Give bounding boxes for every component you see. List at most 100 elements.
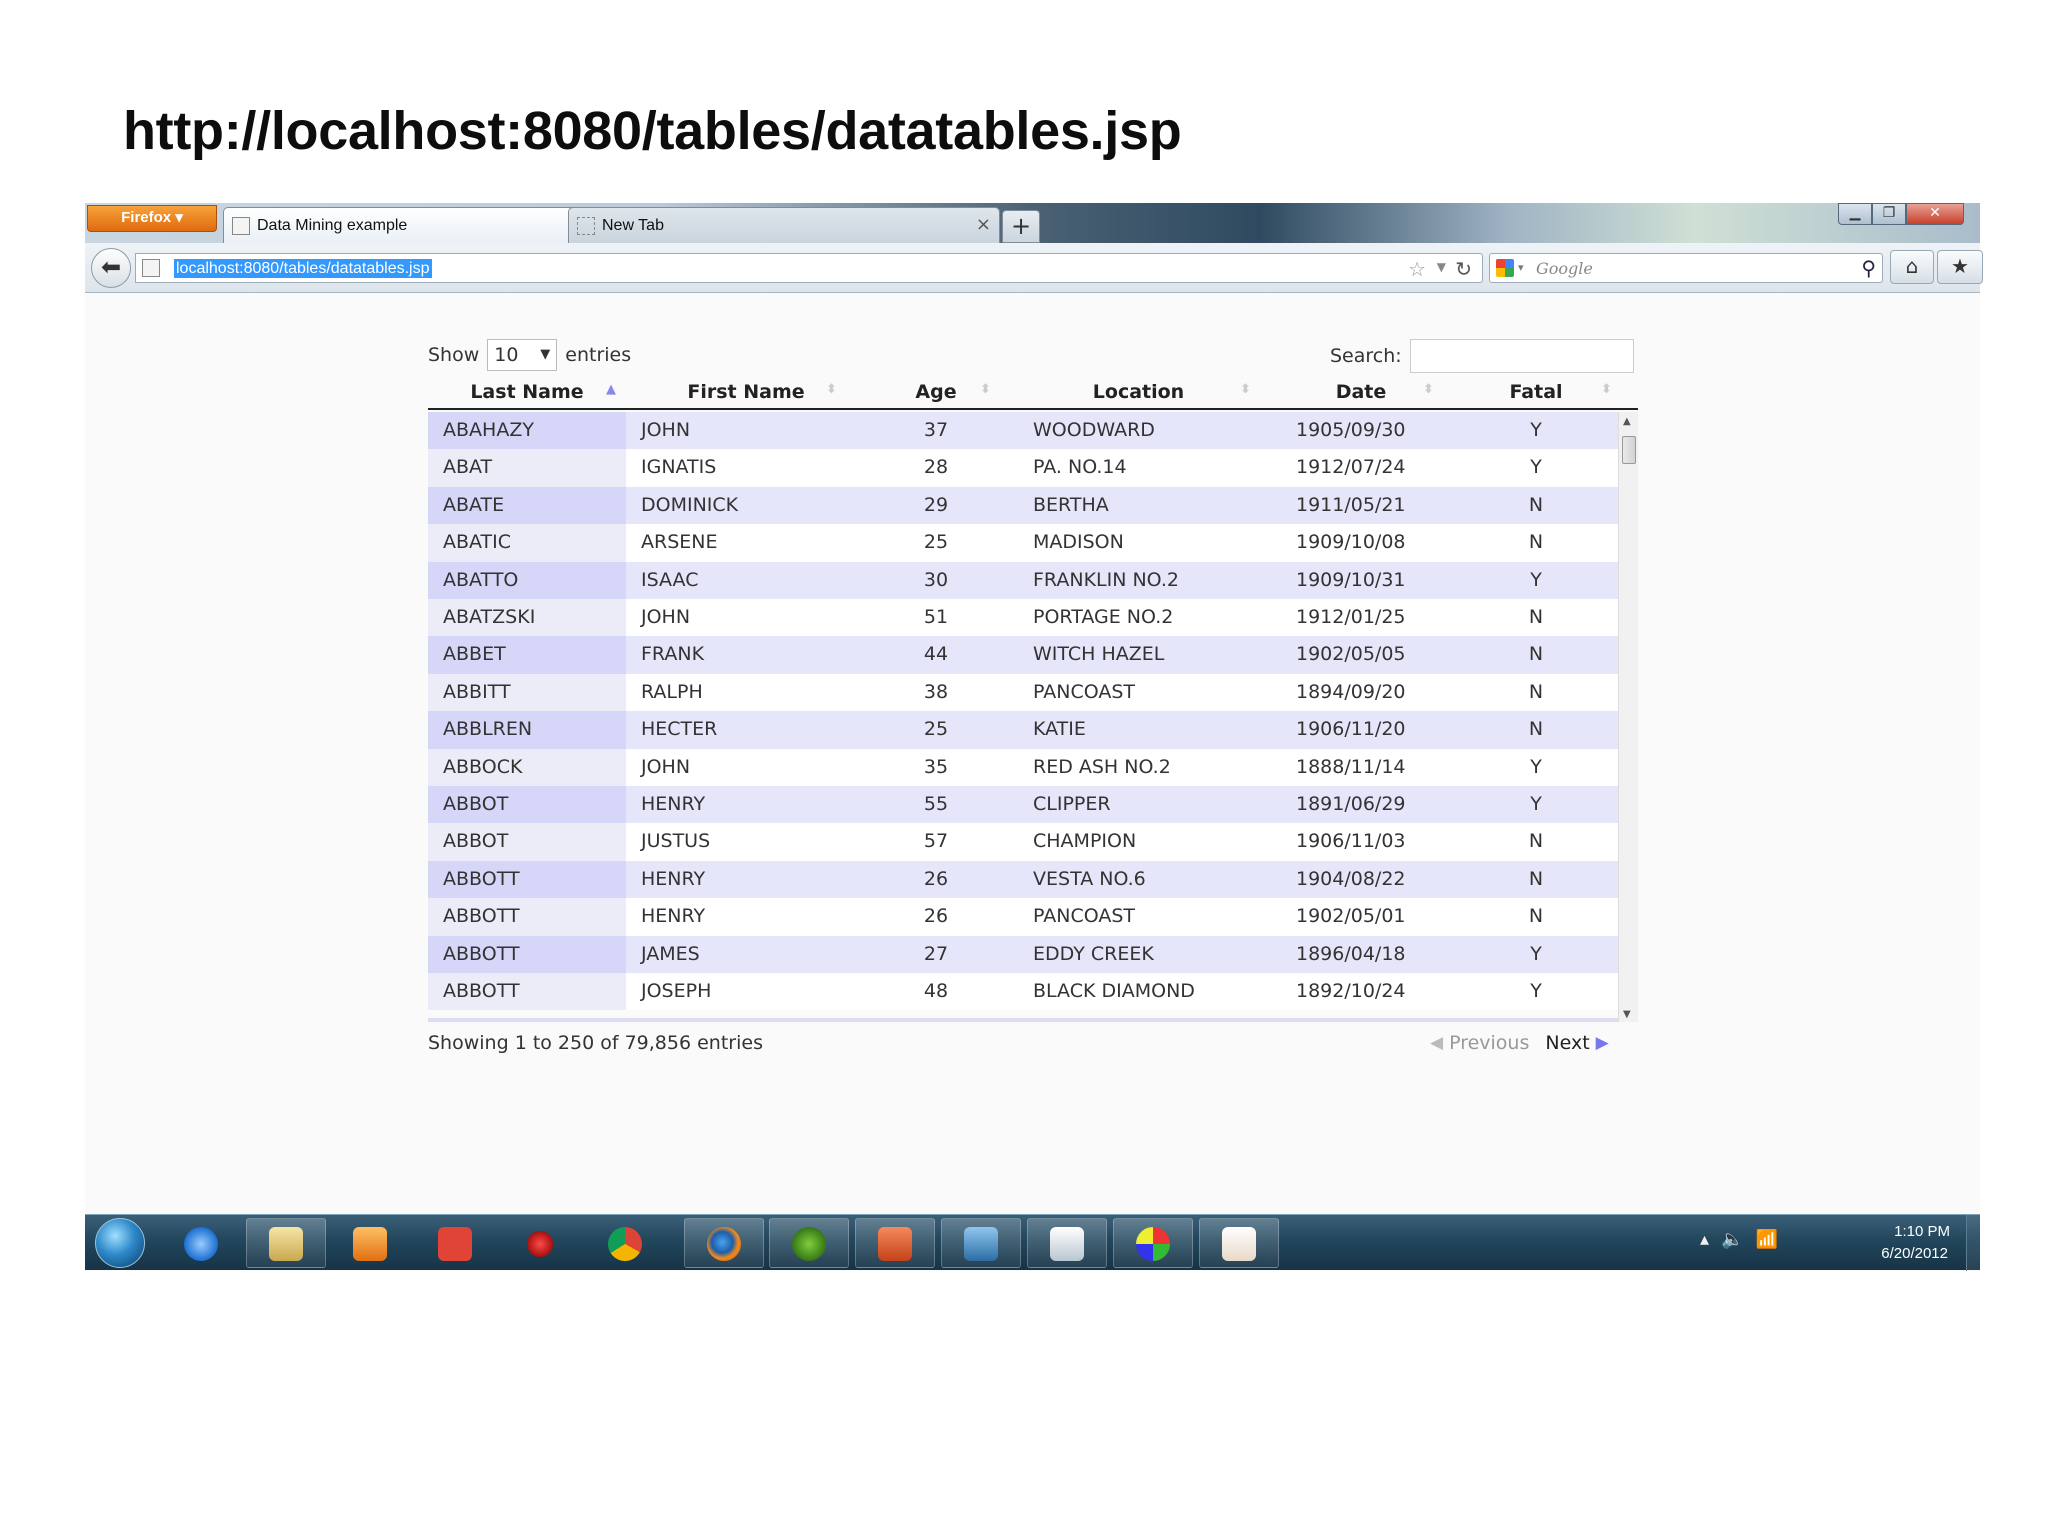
clock-date[interactable]: 6/20/2012 <box>1881 1245 1948 1262</box>
bookmark-star-icon[interactable]: ☆ <box>1408 257 1426 281</box>
table-row[interactable]: ABATZSKI JOHN 51 PORTAGE NO.2 1912/01/25 N <box>428 599 1618 637</box>
tex-editor-icon[interactable] <box>941 1218 1021 1268</box>
chrome-icon[interactable] <box>585 1218 665 1268</box>
table-cell: WITCH HAZEL <box>1033 643 1165 666</box>
table-cell: JUSTUS <box>641 830 711 853</box>
internet-explorer-icon[interactable] <box>161 1218 241 1268</box>
minimize-button[interactable]: ▁ <box>1838 203 1872 225</box>
todoist-icon[interactable] <box>415 1218 495 1268</box>
table-row[interactable]: ABBOT JUSTUS 57 CHAMPION 1906/11/03 N <box>428 823 1618 861</box>
column-header-location[interactable]: Location ⬍ <box>1006 374 1271 410</box>
media-player-icon[interactable] <box>330 1218 410 1268</box>
table-cell: HENRY <box>641 905 706 928</box>
table-row[interactable]: ABBET FRANK 44 WITCH HAZEL 1902/05/05 N <box>428 636 1618 674</box>
scroll-up-icon[interactable]: ▲ <box>1623 416 1631 427</box>
table-cell: PA. NO.14 <box>1033 456 1127 479</box>
table-cell: Y <box>1530 755 1542 778</box>
search-engine-dropdown-icon[interactable]: ▾ <box>1518 261 1524 274</box>
table-cell: 1911/05/21 <box>1296 493 1406 516</box>
powerpoint-icon[interactable] <box>855 1218 935 1268</box>
tray-icons[interactable]: ▴🔈📶 <box>1700 1229 1790 1250</box>
new-tab-button[interactable]: + <box>1002 210 1040 243</box>
restore-button[interactable]: ❐ <box>1872 203 1906 225</box>
tab-close-icon[interactable]: × <box>976 214 991 235</box>
system-tray: ▴🔈📶 1:10 PM 6/20/2012 <box>1700 1215 1980 1271</box>
clock-time[interactable]: 1:10 PM <box>1894 1223 1950 1240</box>
show-hidden-icons-icon[interactable]: ▴ <box>1700 1229 1721 1250</box>
sort-both-icon: ⬍ <box>980 382 991 397</box>
table-cell: ABBOT <box>428 786 626 824</box>
table-scrollbar[interactable]: ▲ ▼ <box>1618 412 1638 1022</box>
scroll-down-icon[interactable]: ▼ <box>1623 1009 1631 1020</box>
table-row[interactable]: ABBOT HENRY 55 CLIPPER 1891/06/29 Y <box>428 786 1618 824</box>
table-cell: Y <box>1530 419 1542 441</box>
table-cell: 25 <box>923 531 949 554</box>
table-row[interactable]: ABAT IGNATIS 28 PA. NO.14 1912/07/24 Y <box>428 449 1618 487</box>
next-arrow-icon[interactable]: ▶ <box>1596 1033 1609 1053</box>
java-icon[interactable] <box>1199 1218 1279 1268</box>
reload-icon[interactable]: ↻ <box>1455 257 1472 281</box>
table-row[interactable]: ABBOTT JOSEPH 48 BLACK DIAMOND 1892/10/24 Y <box>428 973 1618 1011</box>
table-row[interactable]: ABBLREN HECTER 25 KATIE 1906/11/20 N <box>428 711 1618 749</box>
spotify-icon[interactable] <box>769 1218 849 1268</box>
previous-button[interactable]: Previous <box>1449 1032 1529 1054</box>
table-cell: JAMES <box>641 942 700 965</box>
table-cell: ABBOT <box>428 823 626 861</box>
back-button[interactable]: ⬅ <box>91 248 131 288</box>
bookmarks-menu-button[interactable]: ★ <box>1937 250 1983 284</box>
notepad-icon[interactable] <box>1027 1218 1107 1268</box>
next-button[interactable]: Next <box>1545 1032 1589 1054</box>
column-header-fatal[interactable]: Fatal ⬍ <box>1451 374 1621 410</box>
show-desktop-button[interactable] <box>1966 1215 1980 1271</box>
table-row[interactable]: ABAHAZY JOHN 37 WOODWARD 1905/09/30 Y <box>428 412 1618 450</box>
column-header-date[interactable]: Date ⬍ <box>1271 374 1451 410</box>
google-icon[interactable] <box>1496 259 1514 277</box>
table-cell: ABATE <box>428 486 626 525</box>
table-cell: BERTHA <box>1033 493 1109 516</box>
table-row[interactable]: ABATE DOMINICK 29 BERTHA 1911/05/21 N <box>428 486 1618 525</box>
table-cell: N <box>1528 867 1544 890</box>
table-cell: 37 <box>923 419 949 441</box>
search-placeholder: Google <box>1536 259 1593 278</box>
table-cell: BLACK DIAMOND <box>1033 980 1195 1002</box>
scroll-thumb[interactable] <box>1622 436 1636 464</box>
table-row[interactable]: ABBOTT JAMES 27 EDDY CREEK 1896/04/18 Y <box>428 935 1618 973</box>
column-header-label: First Name <box>687 381 805 403</box>
magnifier-icon[interactable]: ⚲ <box>1861 256 1876 280</box>
table-cell: MADISON <box>1033 531 1124 554</box>
url-text[interactable]: localhost:8080/tables/datatables.jsp <box>174 259 432 278</box>
web-search-bar[interactable]: ▾ Google ⚲ <box>1489 253 1883 283</box>
volume-icon[interactable]: 🔈 <box>1721 1229 1755 1250</box>
close-window-button[interactable]: ✕ <box>1906 203 1964 225</box>
tab-new-tab[interactable]: New Tab × <box>568 207 1000 243</box>
column-header-last-name[interactable]: Last Name ▲ <box>428 374 626 410</box>
table-cell: ARSENE <box>641 531 718 554</box>
table-row[interactable]: ABBOCK JOHN 35 RED ASH NO.2 1888/11/14 Y <box>428 748 1618 786</box>
url-bar[interactable]: localhost:8080/tables/datatables.jsp ☆ ▼… <box>135 253 1483 283</box>
table-row[interactable]: ABATTO ISAAC 30 FRANKLIN NO.2 1909/10/31 Y <box>428 561 1618 599</box>
table-row[interactable]: ABBOTT HENRY 26 PANCOAST 1902/05/01 N <box>428 898 1618 936</box>
table-search-input[interactable] <box>1409 339 1634 373</box>
pushpin-icon[interactable] <box>500 1218 580 1268</box>
page-length-select[interactable]: 10 ▼ <box>487 339 558 371</box>
paint-icon[interactable] <box>1113 1218 1193 1268</box>
start-button[interactable] <box>95 1218 145 1268</box>
firefox-icon[interactable] <box>684 1218 764 1268</box>
home-button[interactable]: ⌂ <box>1890 250 1934 284</box>
column-header-age[interactable]: Age ⬍ <box>866 374 1006 410</box>
table-cell: Y <box>1530 793 1542 815</box>
table-cell: ABBOCK <box>428 748 626 786</box>
column-header-first-name[interactable]: First Name ⬍ <box>626 374 866 410</box>
table-cell: JOHN <box>641 606 691 628</box>
windows-explorer-icon[interactable] <box>246 1218 326 1268</box>
table-row[interactable]: ABBOTT HENRY 26 VESTA NO.6 1904/08/22 N <box>428 860 1618 899</box>
table-cell: FRANKLIN NO.2 <box>1033 568 1179 591</box>
url-history-dropdown-icon[interactable]: ▼ <box>1437 260 1446 274</box>
network-icon[interactable]: 📶 <box>1755 1229 1789 1250</box>
sort-both-icon: ⬍ <box>1423 382 1434 397</box>
table-row[interactable]: ABBITT RALPH 38 PANCOAST 1894/09/20 N <box>428 673 1618 712</box>
firefox-menu-button[interactable]: Firefox ▾ <box>87 205 217 232</box>
blank-page-icon <box>577 217 595 235</box>
table-cell: HENRY <box>641 867 706 890</box>
table-row[interactable]: ABATIC ARSENE 25 MADISON 1909/10/08 N <box>428 524 1618 562</box>
